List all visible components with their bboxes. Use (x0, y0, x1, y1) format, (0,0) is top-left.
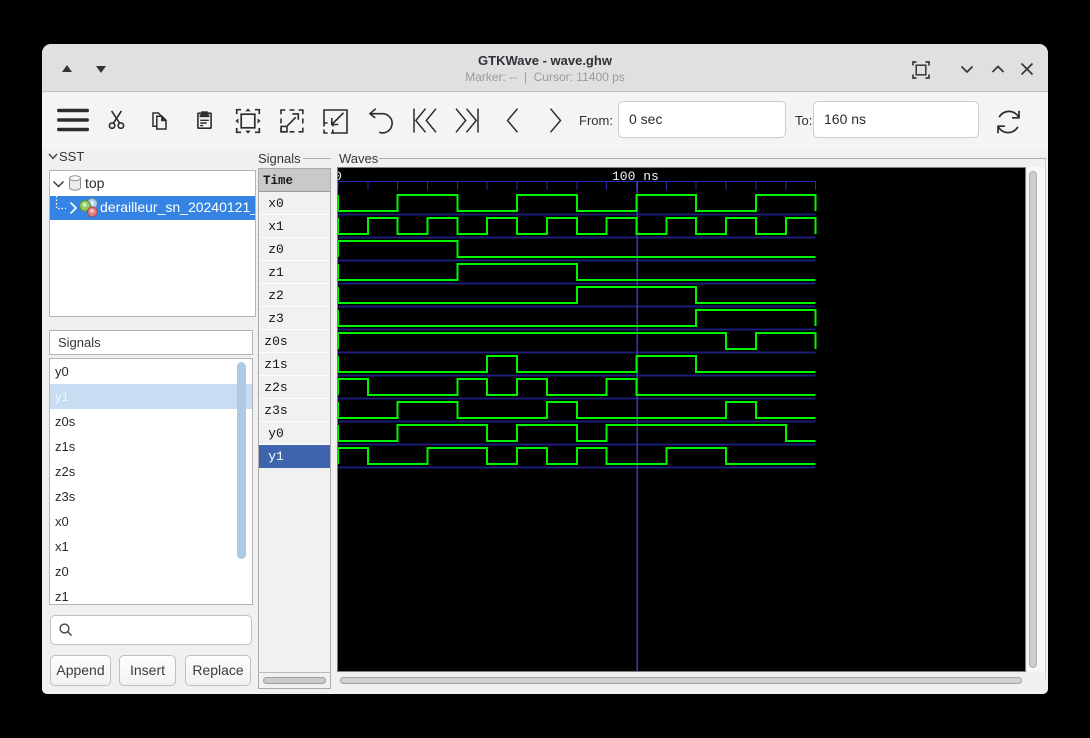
svg-text:100 ns: 100 ns (612, 169, 659, 184)
svg-text:0: 0 (338, 169, 342, 184)
